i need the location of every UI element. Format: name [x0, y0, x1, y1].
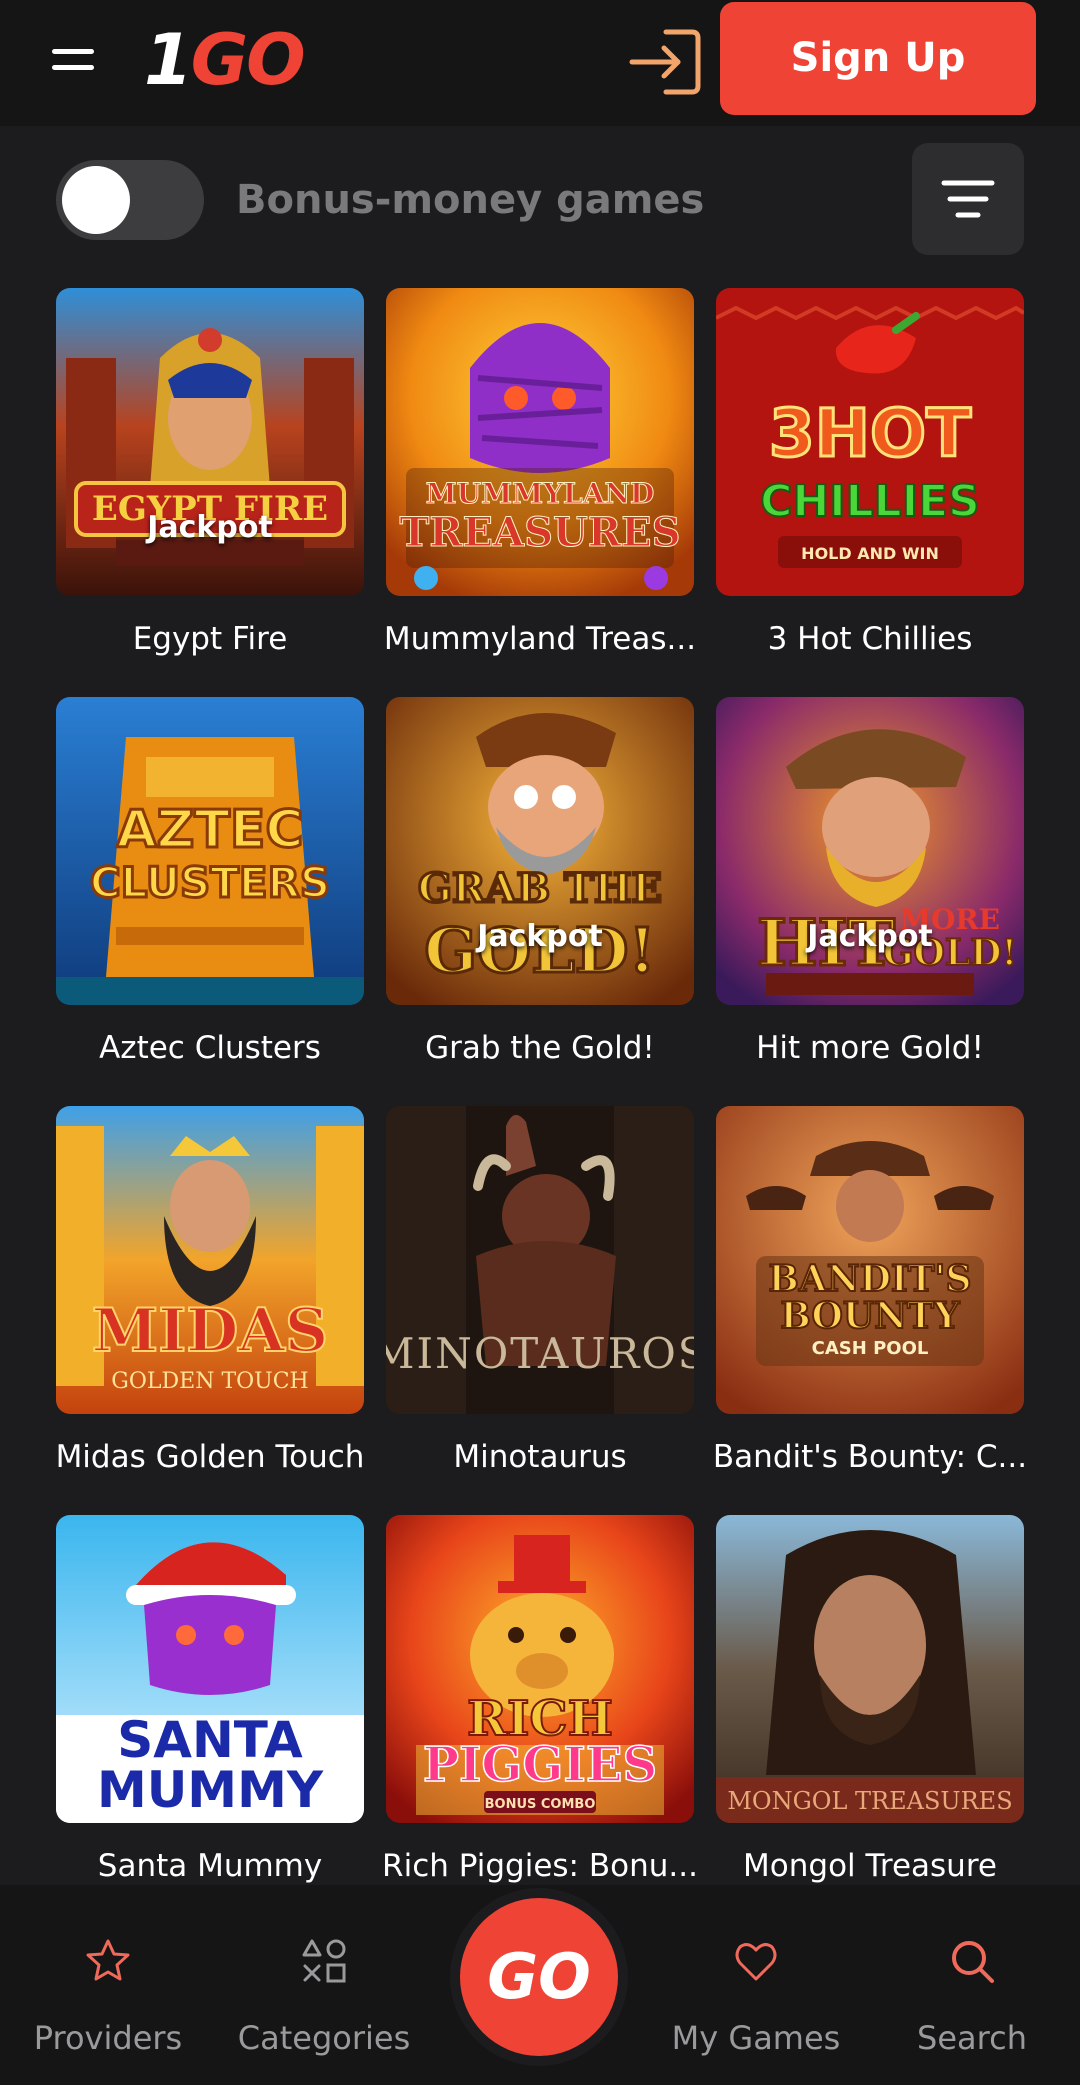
game-card-aztec-clusters[interactable]: AZTEC CLUSTERS Aztec Clusters	[56, 697, 364, 1106]
hot-chillies-art: 3HOT CHILLIES HOLD AND WIN	[716, 288, 1024, 596]
svg-text:MUMMY: MUMMY	[97, 1761, 324, 1819]
game-thumbnail[interactable]: MUMMYLAND TREASURES	[386, 288, 694, 596]
svg-text:TREASURES: TREASURES	[400, 509, 681, 556]
rich-piggies-art: RICH PIGGIES BONUS COMBO	[386, 1515, 694, 1823]
svg-text:BANDIT'S: BANDIT'S	[768, 1258, 971, 1300]
svg-text:MUMMYLAND: MUMMYLAND	[426, 477, 655, 510]
game-card-grab-the-gold[interactable]: GRAB THE GOLD! Jackpot Grab the Gold!	[386, 697, 694, 1106]
filter-button[interactable]	[912, 143, 1024, 255]
svg-text:BONUS COMBO: BONUS COMBO	[485, 1797, 596, 1812]
game-thumbnail[interactable]: AZTEC CLUSTERS	[56, 697, 364, 1005]
game-thumbnail[interactable]: 3HOT CHILLIES HOLD AND WIN	[716, 288, 1024, 596]
go-button[interactable]: GO	[460, 1898, 618, 2056]
nav-search-label: Search	[917, 2019, 1027, 2057]
logo-go: GO	[190, 19, 306, 101]
nav-providers[interactable]: Providers	[8, 1885, 208, 2085]
svg-text:GRAB THE: GRAB THE	[418, 865, 662, 912]
svg-text:CASH POOL: CASH POOL	[812, 1338, 929, 1359]
game-title: Grab the Gold!	[425, 1030, 655, 1066]
menu-bar	[52, 65, 94, 70]
svg-text:CLUSTERS: CLUSTERS	[90, 858, 330, 907]
game-thumbnail[interactable]: BANDIT'S BOUNTY CASH POOL	[716, 1106, 1024, 1414]
jackpot-badge: Jackpot	[807, 919, 933, 954]
game-title: Aztec Clusters	[99, 1030, 321, 1066]
midas-art: MIDAS GOLDEN TOUCH	[56, 1106, 364, 1414]
game-card-mummyland-treasures[interactable]: MUMMYLAND TREASURES Mummyland Treas...	[384, 288, 696, 697]
game-title: Santa Mummy	[97, 1848, 323, 1884]
nav-categories-label: Categories	[237, 2019, 411, 2057]
egypt-fire-art: EGYPT FIRE	[56, 288, 364, 596]
grab-the-gold-art: GRAB THE GOLD!	[386, 697, 694, 1005]
brand-logo[interactable]: 1GO	[144, 18, 344, 102]
bonus-money-label: Bonus-money games	[236, 177, 705, 223]
svg-text:PIGGIES: PIGGIES	[423, 1737, 657, 1793]
game-card-3-hot-chillies[interactable]: 3HOT CHILLIES HOLD AND WIN 3 Hot Chillie…	[716, 288, 1024, 697]
game-title: Mongol Treasure	[743, 1848, 997, 1884]
game-card-bandits-bounty[interactable]: BANDIT'S BOUNTY CASH POOL Bandit's Bount…	[713, 1106, 1027, 1515]
game-title: Hit more Gold!	[756, 1030, 984, 1066]
svg-text:GOLDEN TOUCH: GOLDEN TOUCH	[111, 1369, 308, 1394]
game-title: Minotaurus	[453, 1439, 627, 1475]
game-thumbnail[interactable]: MONGOL TREASURES	[716, 1515, 1024, 1823]
sign-up-button[interactable]: Sign Up	[720, 2, 1036, 115]
game-card-minotaurus[interactable]: MINOTAUROS Minotaurus	[386, 1106, 694, 1515]
nav-providers-label: Providers	[33, 2019, 183, 2057]
game-card-rich-piggies[interactable]: RICH PIGGIES BONUS COMBO Rich Piggies: B…	[382, 1515, 698, 1924]
santa-mummy-art: SANTA MUMMY	[56, 1515, 364, 1823]
svg-text:MIDAS: MIDAS	[92, 1296, 328, 1366]
search-icon	[952, 1941, 994, 1983]
aztec-clusters-art: AZTEC CLUSTERS	[56, 697, 364, 1005]
svg-text:3HOT: 3HOT	[769, 395, 971, 472]
login-icon[interactable]	[626, 24, 704, 100]
game-title: 3 Hot Chillies	[767, 621, 973, 657]
game-title: Rich Piggies: Bonu...	[382, 1848, 698, 1884]
game-title: Mummyland Treas...	[383, 621, 697, 657]
bandits-bounty-art: BANDIT'S BOUNTY CASH POOL	[716, 1106, 1024, 1414]
svg-text:CHILLIES: CHILLIES	[760, 476, 980, 527]
game-thumbnail[interactable]: MINOTAUROS	[386, 1106, 694, 1414]
jackpot-badge: Jackpot	[477, 919, 603, 954]
minotaurus-art: MINOTAUROS	[386, 1106, 694, 1414]
svg-text:BOUNTY: BOUNTY	[780, 1295, 961, 1337]
svg-text:HOLD AND WIN: HOLD AND WIN	[801, 544, 939, 563]
game-thumbnail[interactable]: RICH PIGGIES BONUS COMBO	[386, 1515, 694, 1823]
top-header: 1GO Sign Up	[0, 0, 1080, 126]
bonus-money-toggle[interactable]	[56, 160, 204, 240]
svg-text:MINOTAUROS: MINOTAUROS	[386, 1329, 694, 1378]
star-icon	[86, 1939, 130, 1981]
jackpot-badge: Jackpot	[147, 510, 273, 545]
game-title: Bandit's Bounty: C...	[712, 1439, 1028, 1475]
menu-bar	[52, 49, 94, 54]
game-thumbnail[interactable]: SANTA MUMMY	[56, 1515, 364, 1823]
categories-shapes-icon	[302, 1939, 346, 1983]
toggle-knob	[62, 166, 130, 234]
nav-categories[interactable]: Categories	[224, 1885, 424, 2085]
hit-more-gold-art: HIT MORE GOLD!	[716, 697, 1024, 1005]
game-thumbnail[interactable]: HIT MORE GOLD! Jackpot	[716, 697, 1024, 1005]
game-thumbnail[interactable]: EGYPT FIRE Jackpot	[56, 288, 364, 596]
nav-my-games-label: My Games	[671, 2019, 841, 2057]
nav-search[interactable]: Search	[872, 1885, 1072, 2085]
game-thumbnail[interactable]: MIDAS GOLDEN TOUCH	[56, 1106, 364, 1414]
game-thumbnail[interactable]: GRAB THE GOLD! Jackpot	[386, 697, 694, 1005]
game-title: Midas Golden Touch	[55, 1439, 365, 1475]
hamburger-menu-icon[interactable]	[44, 40, 104, 80]
game-card-hit-more-gold[interactable]: HIT MORE GOLD! Jackpot Hit more Gold!	[716, 697, 1024, 1106]
nav-my-games[interactable]: My Games	[656, 1885, 856, 2085]
game-card-egypt-fire[interactable]: EGYPT FIRE Jackpot Egypt Fire	[56, 288, 364, 697]
filter-lines-icon	[941, 180, 995, 218]
mummyland-art: MUMMYLAND TREASURES	[386, 288, 694, 596]
svg-text:MONGOL TREASURES: MONGOL TREASURES	[727, 1787, 1012, 1815]
mongol-treasure-art: MONGOL TREASURES	[716, 1515, 1024, 1823]
game-card-mongol-treasure[interactable]: MONGOL TREASURES Mongol Treasure	[716, 1515, 1024, 1924]
game-card-santa-mummy[interactable]: SANTA MUMMY Santa Mummy	[56, 1515, 364, 1924]
game-card-midas-golden-touch[interactable]: MIDAS GOLDEN TOUCH Midas Golden Touch	[56, 1106, 364, 1515]
logo-one: 1	[144, 19, 193, 101]
heart-icon	[735, 1943, 777, 1981]
svg-text:AZTEC: AZTEC	[116, 800, 303, 860]
game-grid: EGYPT FIRE Jackpot Egypt Fire MUMMYLAND …	[56, 288, 1027, 1924]
game-title: Egypt Fire	[132, 621, 288, 657]
